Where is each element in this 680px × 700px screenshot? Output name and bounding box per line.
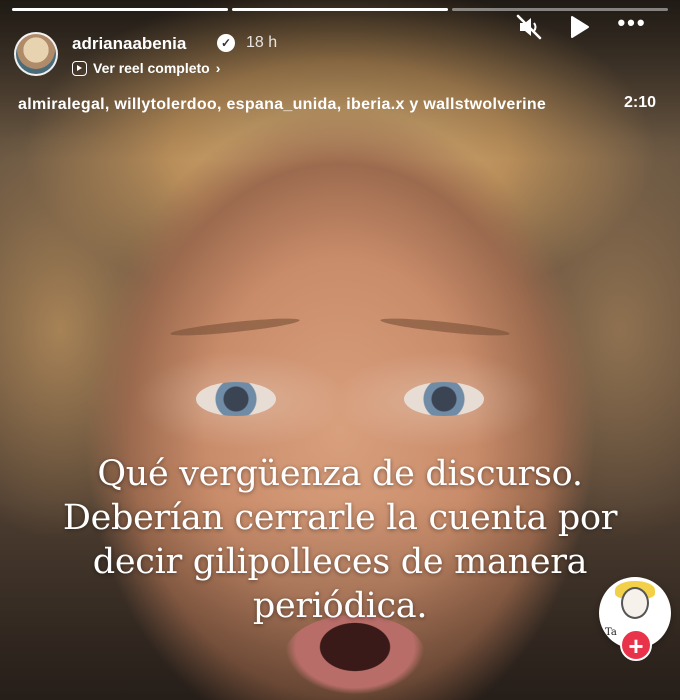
- mentions-text[interactable]: almiralegal, willytolerdoo, espana_unida…: [18, 94, 608, 115]
- play-icon[interactable]: [564, 12, 594, 42]
- story-progress-bar: [12, 8, 668, 11]
- story-viewer[interactable]: adrianaabenia ✓ 18 h Ver reel completo ›…: [0, 0, 680, 700]
- view-full-reel-label: Ver reel completo: [93, 60, 210, 76]
- progress-segment: [232, 8, 448, 11]
- username[interactable]: adrianaabenia: [72, 34, 186, 54]
- sticker-face: [621, 587, 649, 619]
- add-button[interactable]: +: [620, 629, 652, 661]
- story-caption: Qué vergüenza de discurso. Deberían cerr…: [62, 454, 618, 626]
- duration-label: 2:10: [623, 94, 656, 111]
- more-dots-icon[interactable]: •••: [612, 12, 652, 42]
- verified-badge-icon: ✓: [217, 34, 235, 52]
- face-brow-left: [169, 315, 301, 339]
- progress-segment: [12, 8, 228, 11]
- chevron-right-icon: ›: [215, 60, 221, 76]
- face-eye-left: [196, 382, 276, 416]
- avatar[interactable]: [14, 32, 58, 76]
- face-eye-right: [404, 382, 484, 416]
- face-brow-right: [379, 315, 511, 339]
- reel-icon: [72, 60, 87, 76]
- speaker-muted-icon[interactable]: [514, 12, 544, 42]
- sticker-text: Ta: [605, 627, 617, 638]
- time-ago: 18 h: [246, 34, 278, 51]
- view-full-reel-link[interactable]: Ver reel completo ›: [72, 60, 220, 76]
